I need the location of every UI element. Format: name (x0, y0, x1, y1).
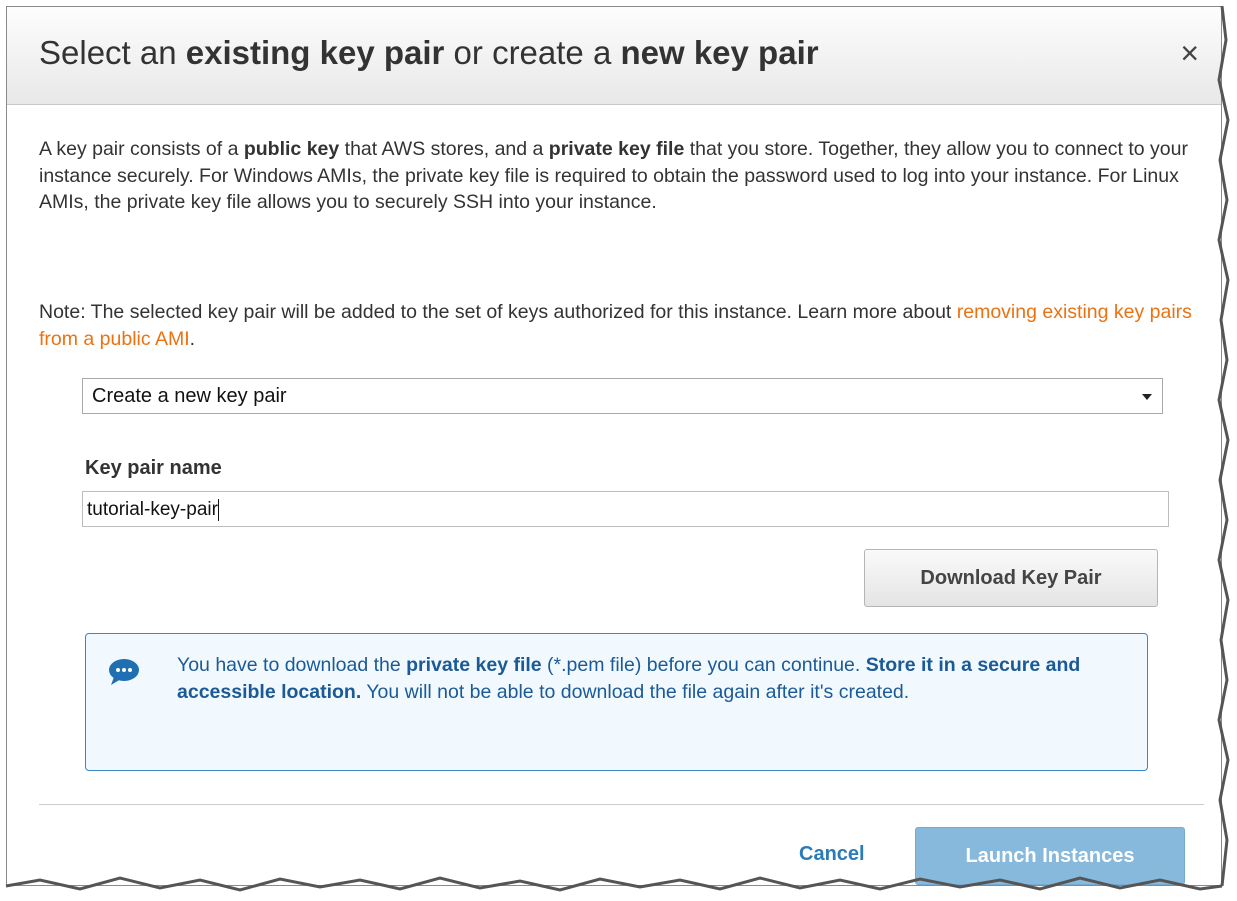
chevron-down-icon (1142, 394, 1152, 400)
key-pair-name-value: tutorial-key-pair (87, 499, 219, 521)
note-end: . (189, 327, 196, 350)
speech-bubble-icon (109, 659, 139, 685)
dialog-header: Select an existing key pair or create a … (7, 7, 1221, 105)
title-part-4: new key pair (620, 34, 819, 71)
title-part-2: existing key pair (185, 34, 445, 71)
download-key-pair-button[interactable]: Download Key Pair (864, 549, 1158, 607)
description-bold-public-key: public key (243, 138, 340, 160)
key-pair-select[interactable]: Create a new key pair (82, 378, 1163, 414)
dialog-title: Select an existing key pair or create a … (39, 31, 819, 75)
description-bold-private-key: private key file (548, 138, 685, 160)
info-text-2: (*.pem file) before you can continue. (541, 654, 866, 676)
key-pair-select-value: Create a new key pair (92, 385, 287, 407)
key-pair-description: A key pair consists of a public key that… (39, 136, 1204, 216)
title-part-1: Select an (39, 34, 186, 71)
footer-divider (39, 804, 1204, 805)
key-pair-dialog: Select an existing key pair or create a … (6, 6, 1222, 886)
cancel-button[interactable]: Cancel (799, 843, 865, 866)
info-alert-text: You have to download the private key fil… (177, 652, 1127, 705)
key-pair-name-label: Key pair name (85, 457, 222, 479)
info-bold-private-key: private key file (406, 654, 542, 676)
description-text-2: that AWS stores, and a (339, 138, 549, 160)
launch-instances-button[interactable]: Launch Instances (915, 827, 1185, 885)
info-text-1: You have to download the (177, 654, 407, 676)
text-cursor (217, 499, 219, 521)
title-part-3: or create a (444, 34, 621, 71)
key-pair-name-input[interactable]: tutorial-key-pair (82, 491, 1169, 527)
close-icon[interactable]: × (1180, 35, 1199, 71)
info-text-3: You will not be able to download the fil… (361, 680, 910, 703)
note-body: Note: The selected key pair will be adde… (39, 301, 957, 323)
info-alert: You have to download the private key fil… (85, 633, 1148, 771)
note-text: Note: The selected key pair will be adde… (39, 299, 1204, 352)
description-text-1: A key pair consists of a (39, 138, 244, 160)
key-pair-name-text: tutorial-key-pair (87, 499, 218, 520)
